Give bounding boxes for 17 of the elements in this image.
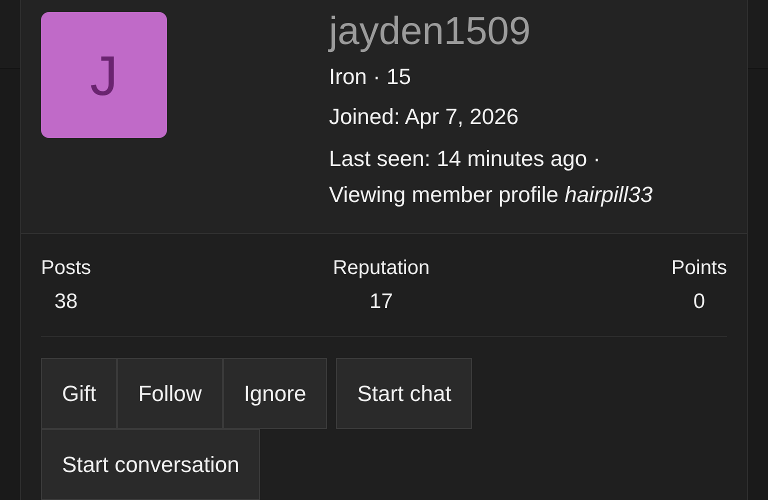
rank-text: Iron · 15 (329, 64, 412, 90)
stat-label: Reputation (332, 256, 430, 280)
stat-label: Points (671, 256, 727, 280)
stat-label: Posts (41, 256, 92, 280)
action-button[interactable]: Gift (41, 358, 118, 429)
username: jayden1509 (329, 12, 532, 52)
stat-value: 38 (54, 290, 78, 314)
last-seen-text: Last seen: 14 minutes ago · (329, 146, 602, 172)
stat-value: 17 (370, 290, 393, 314)
activity-text: Viewing member profile hairpill33 (329, 182, 653, 208)
action-button[interactable]: Ignore (222, 358, 328, 429)
stat-value: 0 (693, 290, 706, 314)
joined-text: Joined: Apr 7, 2026 (329, 104, 520, 130)
action-button[interactable]: Start conversation (41, 429, 260, 500)
action-button[interactable]: Follow (117, 358, 223, 429)
action-button[interactable]: Start chat (336, 358, 472, 429)
avatar: J (41, 12, 167, 138)
